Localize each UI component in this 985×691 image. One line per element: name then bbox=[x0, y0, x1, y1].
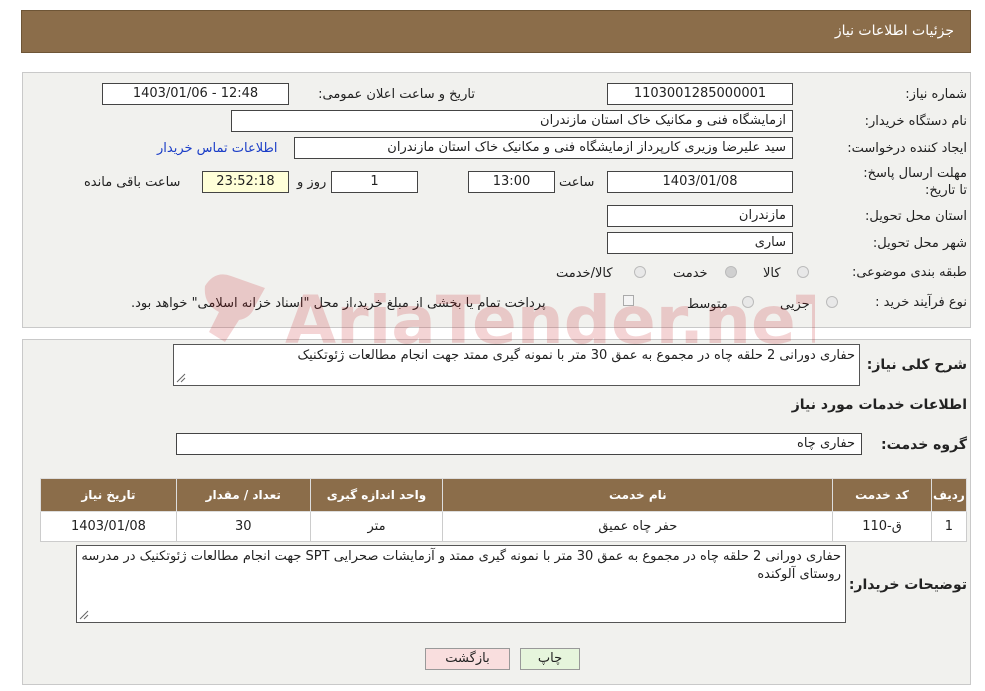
category-label: طبقه بندی موضوعی: bbox=[851, 265, 967, 280]
print-button[interactable]: چاپ bbox=[520, 648, 580, 670]
col-header-row-number: ردیف bbox=[930, 478, 968, 512]
col-header-service-code: کد خدمت bbox=[832, 478, 932, 512]
announce-datetime-field: 1403/01/06 - 12:48 bbox=[102, 83, 289, 105]
days-label: روز و bbox=[297, 175, 327, 190]
need-number-label: شماره نیاز: bbox=[905, 87, 967, 102]
province-label: استان محل تحویل: bbox=[865, 209, 967, 224]
remaining-time-field: 23:52:18 bbox=[202, 171, 289, 193]
watermark-logo-icon: AriaTender.neT bbox=[204, 274, 841, 359]
back-button[interactable]: بازگشت bbox=[425, 648, 510, 670]
services-section-title: اطلاعات خدمات مورد نیاز bbox=[791, 397, 967, 413]
col-header-quantity: تعداد / مقدار bbox=[175, 478, 311, 512]
need-number-field: 1103001285000001 bbox=[607, 83, 793, 105]
requester-field: سید علیرضا وزیری کارپرداز ازمایشگاه فنی … bbox=[294, 137, 793, 159]
requester-label: ایجاد کننده درخواست: bbox=[847, 141, 967, 156]
watermark: AriaTender.neT bbox=[195, 258, 841, 372]
page-title: جزئیات اطلاعات نیاز bbox=[834, 23, 954, 39]
cell-row-number: 1 bbox=[930, 511, 968, 542]
buyer-notes-label: توضیحات خریدار: bbox=[848, 577, 967, 593]
table-header-row: ردیف کد خدمت نام خدمت واحد اندازه گیری ت… bbox=[40, 478, 968, 512]
deadline-date-field: 1403/01/08 bbox=[607, 171, 793, 193]
deadline-label: مهلت ارسال پاسخ: تا تاریخ: bbox=[863, 166, 967, 198]
cell-service-code: ق-110 bbox=[832, 511, 932, 542]
city-label: شهر محل تحویل: bbox=[872, 236, 967, 251]
col-header-unit: واحد اندازه گیری bbox=[309, 478, 444, 512]
buyer-notes-text: حفاری دورانی 2 حلقه چاه در مجموع به عمق … bbox=[81, 549, 841, 582]
deadline-time-label: ساعت bbox=[559, 175, 595, 190]
col-header-need-date: تاریخ نیاز bbox=[40, 478, 177, 512]
summary-label: شرح کلی نیاز: bbox=[866, 357, 967, 373]
buyer-notes-textarea[interactable]: حفاری دورانی 2 حلقه چاه در مجموع به عمق … bbox=[76, 545, 846, 623]
resize-grip-icon[interactable] bbox=[176, 373, 186, 383]
remaining-label: ساعت باقی مانده bbox=[84, 175, 181, 190]
resize-grip-icon[interactable] bbox=[79, 610, 89, 620]
days-field: 1 bbox=[331, 171, 418, 193]
province-field: مازندران bbox=[607, 205, 793, 227]
buyer-contact-link[interactable]: اطلاعات تماس خریدار bbox=[157, 141, 277, 156]
buyer-org-label: نام دستگاه خریدار: bbox=[864, 114, 967, 129]
watermark-text: AriaTender.neT bbox=[285, 282, 815, 359]
service-group-field: حفاری چاه bbox=[176, 433, 862, 455]
cell-unit: متر bbox=[309, 511, 444, 542]
page-header: جزئیات اطلاعات نیاز bbox=[21, 10, 971, 53]
buyer-org-field: ازمایشگاه فنی و مکانیک خاک استان مازندرا… bbox=[231, 110, 793, 132]
col-header-service-name: نام خدمت bbox=[442, 478, 834, 512]
table-row: 1 ق-110 حفر چاه عمیق متر 30 1403/01/08 bbox=[40, 511, 968, 542]
purchase-type-label: نوع فرآیند خرید : bbox=[875, 295, 967, 310]
city-field: ساری bbox=[607, 232, 793, 254]
purchase-radio-minor[interactable] bbox=[826, 296, 838, 308]
deadline-time-field: 13:00 bbox=[468, 171, 555, 193]
services-table: ردیف کد خدمت نام خدمت واحد اندازه گیری ت… bbox=[40, 478, 968, 542]
cell-need-date: 1403/01/08 bbox=[40, 511, 177, 542]
service-group-label: گروه خدمت: bbox=[881, 437, 967, 453]
cell-quantity: 30 bbox=[175, 511, 311, 542]
cell-service-name: حفر چاه عمیق bbox=[442, 511, 834, 542]
announce-datetime-label: تاریخ و ساعت اعلان عمومی: bbox=[318, 87, 475, 102]
